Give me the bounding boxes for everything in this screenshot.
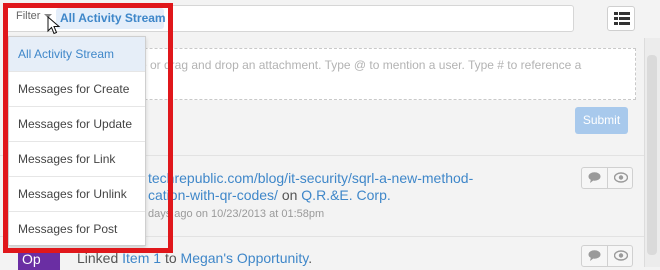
follow-button[interactable] xyxy=(607,246,633,266)
annotation-highlight-box xyxy=(3,3,173,253)
feed-item-link-continued: cation-with-qr-codes/ on Q.R.&E. Corp. xyxy=(148,187,391,203)
comment-button[interactable] xyxy=(582,168,607,188)
composer-placeholder: e or drag and drop an attachment. Type @… xyxy=(140,58,582,72)
list-view-icon xyxy=(614,12,630,25)
feed-item-record-link[interactable]: Q.R.&E. Corp. xyxy=(301,187,390,203)
comment-button[interactable] xyxy=(582,246,607,266)
feed-item-record-link[interactable]: Megan's Opportunity xyxy=(181,250,309,266)
feed-item-suffix: . xyxy=(308,250,313,266)
scrollbar-thumb[interactable] xyxy=(647,55,657,255)
feed-item-actions xyxy=(581,167,633,189)
comment-icon xyxy=(588,172,601,183)
feed-item-timestamp: days ago on 10/23/2013 at 01:58pm xyxy=(148,208,325,220)
follow-button[interactable] xyxy=(607,168,633,188)
mouse-cursor-icon xyxy=(47,16,61,35)
feed-item-link[interactable]: techrepublic.com/blog/it-security/sqrl-a… xyxy=(148,170,473,186)
submit-button[interactable]: Submit xyxy=(575,107,628,134)
feed-item-actions xyxy=(581,245,633,267)
eye-icon xyxy=(614,250,628,261)
comment-icon xyxy=(588,250,601,261)
feed-item-on-text: on xyxy=(277,187,302,203)
list-view-button[interactable] xyxy=(607,6,635,31)
eye-icon xyxy=(614,172,628,183)
